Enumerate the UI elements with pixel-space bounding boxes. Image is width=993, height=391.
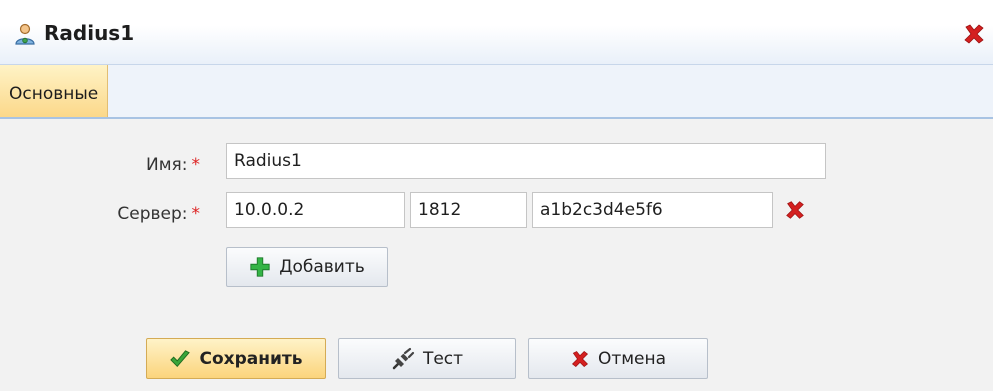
cancel-label: Отмена bbox=[597, 348, 667, 369]
test-label: Тест bbox=[422, 348, 464, 369]
tab-strip: Основные bbox=[0, 65, 993, 119]
checkmark-icon bbox=[170, 349, 191, 367]
title-bar[interactable]: Radius1 bbox=[0, 0, 993, 65]
plus-icon bbox=[250, 257, 270, 277]
add-server-button[interactable]: Добавить bbox=[226, 247, 388, 287]
close-icon bbox=[571, 350, 588, 367]
add-server-label: Добавить bbox=[279, 257, 365, 277]
server-address-field[interactable] bbox=[226, 192, 405, 228]
window-title: Radius1 bbox=[44, 21, 135, 45]
name-field[interactable] bbox=[226, 143, 826, 179]
server-port-field[interactable] bbox=[410, 192, 527, 228]
save-button[interactable]: Сохранить bbox=[146, 338, 326, 379]
form-area: Имя:* Сервер:* Добавить Сохранить bbox=[0, 119, 993, 391]
test-button[interactable]: Тест bbox=[338, 338, 516, 379]
remove-server-icon[interactable] bbox=[784, 199, 806, 221]
name-label: Имя: * bbox=[70, 155, 200, 175]
user-settings-icon bbox=[15, 23, 35, 45]
save-label: Сохранить bbox=[199, 348, 303, 369]
required-mark: * bbox=[191, 204, 201, 224]
required-mark: * bbox=[191, 155, 201, 175]
close-icon[interactable] bbox=[962, 22, 986, 46]
tab-general[interactable]: Основные bbox=[0, 65, 109, 117]
plug-icon bbox=[392, 347, 415, 369]
name-label-text: Имя: bbox=[146, 155, 188, 175]
cancel-button[interactable]: Отмена bbox=[528, 338, 708, 379]
server-label-text: Сервер: bbox=[117, 204, 188, 224]
server-secret-field[interactable] bbox=[532, 192, 773, 228]
server-label: Сервер: * bbox=[70, 204, 200, 224]
dialog-window: Radius1 Основные Имя:* Сервер:* Добавить bbox=[0, 0, 993, 391]
